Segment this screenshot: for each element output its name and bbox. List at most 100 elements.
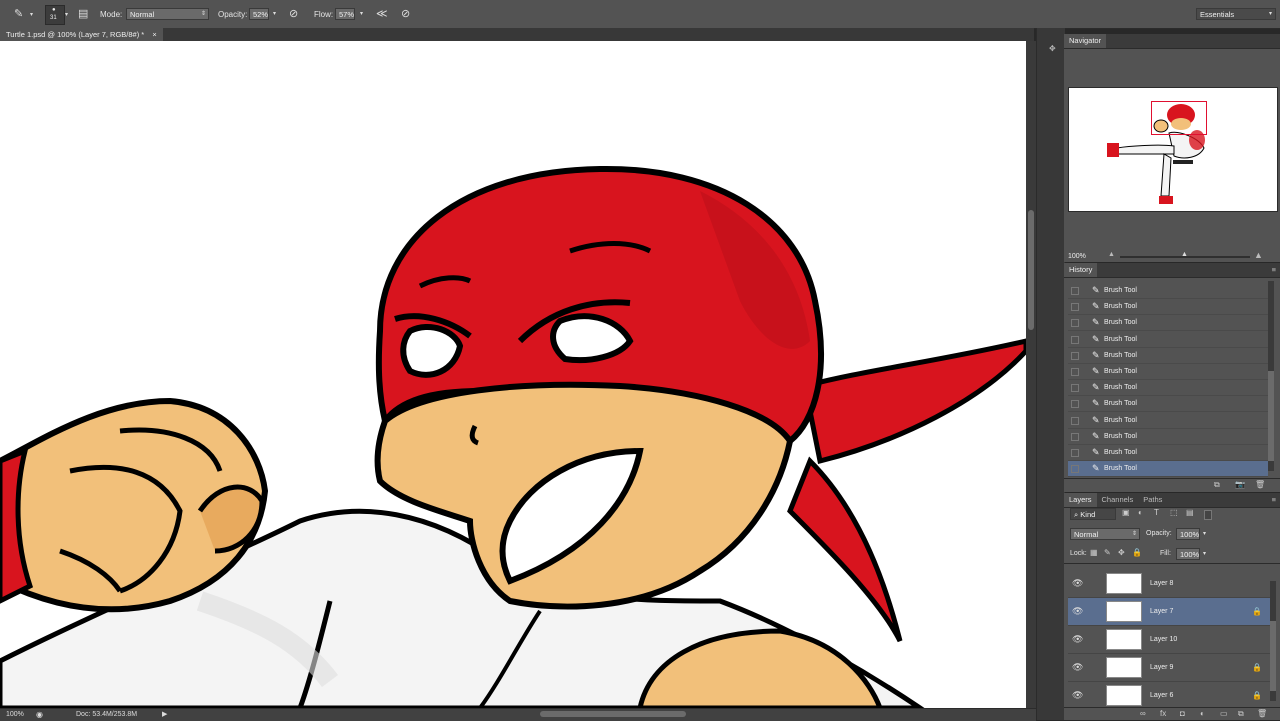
history-source-checkbox[interactable] <box>1071 368 1079 376</box>
history-source-checkbox[interactable] <box>1071 384 1079 393</box>
history-source-checkbox[interactable] <box>1071 319 1079 328</box>
tab-navigator[interactable]: Navigator <box>1064 34 1107 48</box>
layer-row[interactable]: 👁 Layer 6 🔒 <box>1068 682 1270 706</box>
history-source-checkbox[interactable] <box>1071 416 1079 425</box>
layer-name[interactable]: Layer 9 <box>1150 654 1173 681</box>
add-mask-icon[interactable]: ◘ <box>1180 709 1185 718</box>
history-state[interactable]: ✎ Brush Tool <box>1068 332 1268 348</box>
new-group-icon[interactable]: ▭ <box>1220 709 1228 718</box>
delete-state-icon[interactable]: 🗑 <box>1255 480 1265 489</box>
navigator-zoom-value[interactable]: 100% <box>1068 253 1086 260</box>
tab-channels[interactable]: Channels <box>1097 493 1139 507</box>
horizontal-scrollbar-thumb[interactable] <box>540 711 686 717</box>
visibility-eye-icon[interactable]: 👁 <box>1072 626 1083 653</box>
pressure-size-icon[interactable]: ⊘ <box>401 8 410 20</box>
brush-preset-dropdown-icon[interactable]: ▾ <box>65 11 68 18</box>
history-state[interactable]: ✎ Brush Tool <box>1068 380 1268 397</box>
new-layer-icon[interactable]: ⧉ <box>1238 709 1244 719</box>
tab-layers[interactable]: Layers <box>1064 493 1097 507</box>
layers-scrollbar[interactable] <box>1270 581 1276 701</box>
tab-paths[interactable]: Paths <box>1138 493 1167 507</box>
filter-adjustment-icon[interactable]: ◐ <box>1138 508 1143 517</box>
layer-name[interactable]: Layer 7 <box>1150 598 1173 625</box>
navigator-preview[interactable] <box>1068 87 1278 212</box>
filter-type-icon[interactable]: T <box>1154 508 1159 517</box>
layers-panel-menu-icon[interactable]: ≡ <box>1272 493 1276 507</box>
workspace-switcher[interactable]: Essentials ▾ <box>1196 8 1276 20</box>
blend-mode-select[interactable]: Normal ⇕ <box>1070 528 1140 540</box>
lock-transparent-icon[interactable]: ▦ <box>1090 548 1098 557</box>
visibility-eye-icon[interactable]: 👁 <box>1072 598 1083 625</box>
history-scrollbar-thumb[interactable] <box>1268 371 1274 461</box>
fill-dropdown-icon[interactable]: ▾ <box>1203 550 1206 557</box>
mode-select[interactable]: Normal ⇕ <box>126 8 209 20</box>
layer-name[interactable]: Layer 6 <box>1150 682 1173 706</box>
history-state[interactable]: ✎ Brush Tool <box>1068 348 1268 364</box>
history-source-checkbox[interactable] <box>1071 303 1079 312</box>
navigator-collapsed-icon[interactable]: ✥ <box>1049 44 1056 53</box>
history-scrollbar[interactable] <box>1268 281 1274 471</box>
vertical-scrollbar-thumb[interactable] <box>1028 210 1034 330</box>
history-state[interactable]: ✎ Brush Tool <box>1068 299 1268 316</box>
visibility-eye-icon[interactable]: 👁 <box>1072 654 1083 681</box>
layer-style-icon[interactable]: fx <box>1160 709 1166 718</box>
link-layers-icon[interactable]: ∞ <box>1140 709 1146 718</box>
visibility-eye-icon[interactable]: 👁 <box>1072 682 1083 706</box>
zoom-options-icon[interactable]: ◉ <box>36 709 43 721</box>
layers-scrollbar-thumb[interactable] <box>1270 621 1276 691</box>
layer-opacity-dropdown-icon[interactable]: ▾ <box>1203 530 1206 537</box>
opacity-input[interactable]: 52% <box>249 8 269 20</box>
history-state[interactable]: ✎ Brush Tool <box>1068 283 1268 299</box>
zoom-out-icon[interactable]: ▲ <box>1108 251 1115 258</box>
layer-filter-kind[interactable]: ⌕ Kind <box>1070 508 1116 520</box>
lock-position-icon[interactable]: ✥ <box>1118 548 1125 557</box>
history-state[interactable]: ✎ Brush Tool <box>1068 429 1268 445</box>
layer-name[interactable]: Layer 10 <box>1150 626 1177 653</box>
new-snapshot-icon[interactable]: 📷 <box>1235 480 1245 489</box>
layer-row[interactable]: 👁 Layer 8 <box>1068 570 1270 598</box>
brush-preset-picker[interactable]: ● 31 <box>45 5 65 25</box>
delete-layer-icon[interactable]: 🗑 <box>1257 709 1267 718</box>
history-source-checkbox[interactable] <box>1071 400 1079 409</box>
history-state[interactable]: ✎ Brush Tool <box>1068 445 1268 461</box>
filter-pixel-icon[interactable]: ▣ <box>1122 508 1130 517</box>
lock-image-icon[interactable]: ✎ <box>1104 548 1111 557</box>
layer-row[interactable]: 👁 Layer 7 🔒 <box>1068 598 1270 626</box>
layer-name[interactable]: Layer 8 <box>1150 570 1173 597</box>
flow-slider-dropdown-icon[interactable]: ▾ <box>360 10 363 17</box>
brush-panel-toggle-icon[interactable]: ▤ <box>78 8 88 20</box>
brush-tool-preset-icon[interactable]: ✎ <box>14 8 23 20</box>
history-state[interactable]: ✎ Brush Tool <box>1068 396 1268 413</box>
history-state[interactable]: ✎ Brush Tool <box>1068 461 1268 478</box>
pressure-opacity-icon[interactable]: ⊘ <box>289 8 298 20</box>
panel-menu-icon[interactable]: ≡ <box>1272 263 1276 277</box>
layer-opacity-input[interactable]: 100% <box>1176 528 1200 540</box>
lock-all-icon[interactable]: 🔒 <box>1132 548 1142 557</box>
history-state[interactable]: ✎ Brush Tool <box>1068 413 1268 429</box>
history-source-checkbox[interactable] <box>1071 351 1079 360</box>
document-canvas[interactable] <box>0 41 1026 708</box>
status-menu-arrow-icon[interactable]: ▶ <box>162 709 167 721</box>
filter-shape-icon[interactable]: ⬚ <box>1170 508 1178 517</box>
vertical-scrollbar[interactable] <box>1026 41 1036 708</box>
airbrush-icon[interactable]: ≪ <box>376 8 388 20</box>
tool-preset-dropdown-icon[interactable]: ▾ <box>30 11 33 18</box>
history-state[interactable]: ✎ Brush Tool <box>1068 364 1268 380</box>
navigator-zoom-slider-thumb[interactable]: ▲ <box>1181 251 1188 258</box>
zoom-level[interactable]: 100% <box>6 709 24 721</box>
zoom-in-icon[interactable]: ▲ <box>1254 250 1263 260</box>
opacity-slider-dropdown-icon[interactable]: ▾ <box>273 10 276 17</box>
history-source-checkbox[interactable] <box>1071 449 1079 457</box>
new-document-from-state-icon[interactable]: ⧉ <box>1214 480 1220 490</box>
history-state[interactable]: ✎ Brush Tool <box>1068 315 1268 332</box>
document-tab[interactable]: Turtle 1.psd @ 100% (Layer 7, RGB/8#) * … <box>0 28 163 41</box>
history-source-checkbox[interactable] <box>1071 287 1079 295</box>
visibility-eye-icon[interactable]: 👁 <box>1072 570 1083 597</box>
adjustment-layer-icon[interactable]: ◐ <box>1200 709 1205 718</box>
filter-smart-object-icon[interactable]: ▤ <box>1186 508 1194 517</box>
flow-input[interactable]: 57% <box>335 8 355 20</box>
fill-input[interactable]: 100% <box>1176 548 1200 560</box>
history-source-checkbox[interactable] <box>1071 432 1079 441</box>
close-tab-icon[interactable]: × <box>152 30 156 39</box>
history-source-checkbox[interactable] <box>1071 335 1079 344</box>
